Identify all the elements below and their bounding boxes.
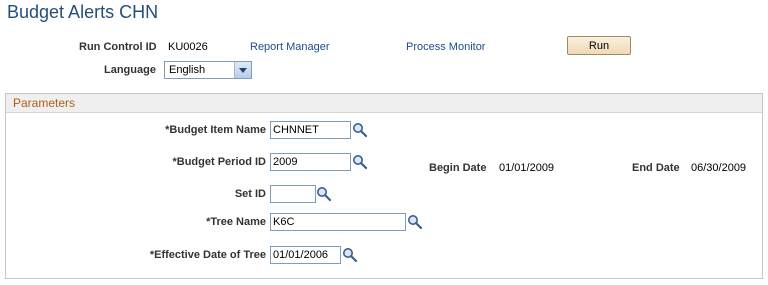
- begin-date-label: Begin Date: [429, 162, 487, 174]
- tree-name-input[interactable]: K6C: [270, 213, 406, 231]
- set-id-input[interactable]: [270, 185, 316, 203]
- run-button[interactable]: Run: [567, 36, 631, 55]
- effective-date-label: *Effective Date of Tree: [149, 249, 266, 261]
- language-select[interactable]: English: [164, 61, 252, 79]
- parameters-header: [6, 94, 762, 113]
- budget-item-lookup-icon[interactable]: [352, 122, 368, 138]
- set-id-lookup-icon[interactable]: [316, 186, 332, 202]
- process-monitor-link[interactable]: Process Monitor: [406, 41, 485, 53]
- budget-item-name-label: *Budget Item Name: [165, 124, 266, 136]
- budget-period-id-label: *Budget Period ID: [172, 156, 266, 168]
- end-date-value: 06/30/2009: [691, 162, 747, 174]
- page-title: Budget Alerts CHN: [7, 2, 159, 22]
- parameters-group: [5, 93, 763, 279]
- tree-name-label: *Tree Name: [206, 216, 266, 228]
- chevron-down-icon[interactable]: [234, 62, 251, 78]
- budget-period-lookup-icon[interactable]: [352, 154, 368, 170]
- language-value: English: [169, 64, 206, 76]
- begin-date-value: 01/01/2009: [499, 162, 555, 174]
- report-manager-link[interactable]: Report Manager: [250, 41, 330, 53]
- run-control-label: Run Control ID: [79, 41, 157, 53]
- budget-period-id-input[interactable]: 2009: [270, 153, 351, 171]
- effective-date-input[interactable]: 01/01/2006: [270, 246, 341, 264]
- run-control-value: KU0026: [168, 41, 208, 53]
- set-id-label: Set ID: [234, 188, 266, 200]
- tree-name-lookup-icon[interactable]: [407, 214, 423, 230]
- budget-item-name-input[interactable]: CHNNET: [270, 121, 351, 139]
- end-date-label: End Date: [632, 162, 680, 174]
- effective-date-lookup-icon[interactable]: [342, 247, 358, 263]
- parameters-title: Parameters: [13, 96, 76, 110]
- language-label: Language: [104, 64, 156, 76]
